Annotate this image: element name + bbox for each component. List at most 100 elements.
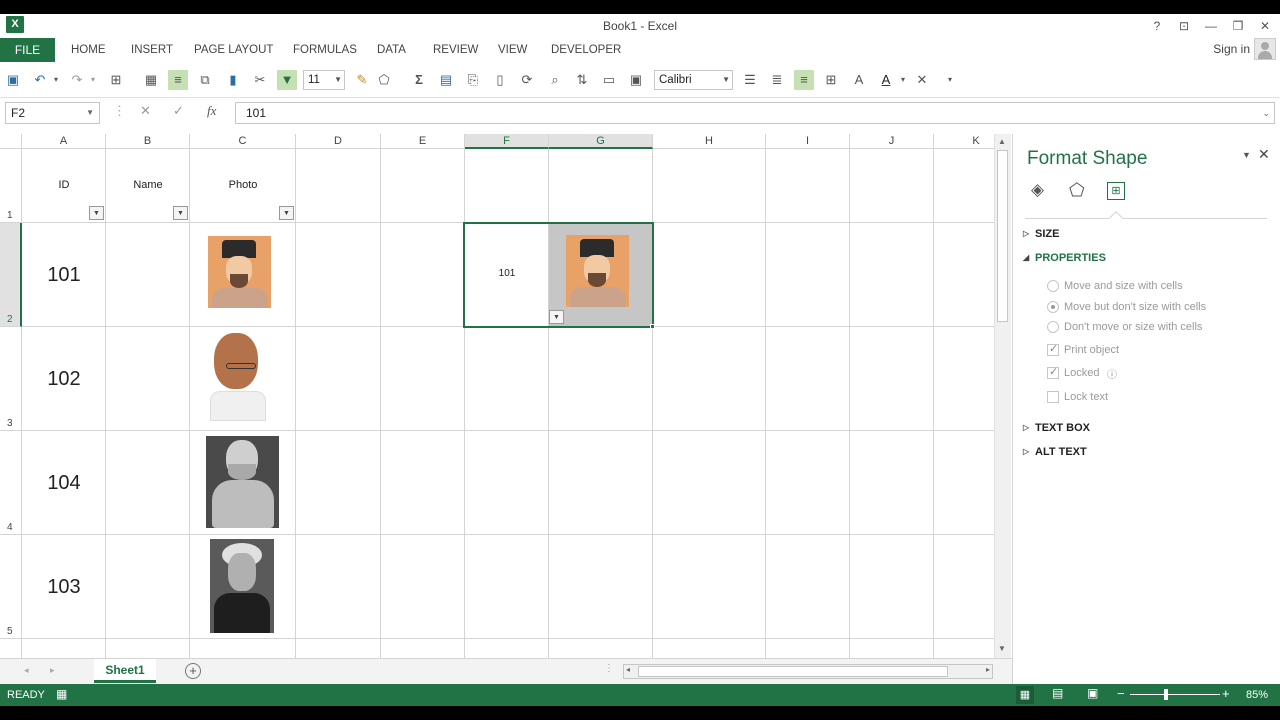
increase-font-icon[interactable]: A	[849, 70, 869, 90]
filter-dropdown-icon[interactable]: ▼	[89, 206, 104, 220]
lookup-cell-f2[interactable]: 101	[465, 268, 549, 279]
portrait-photo[interactable]	[210, 539, 274, 633]
expand-formula-icon[interactable]: ⌄	[1262, 103, 1270, 123]
zoom-in-icon[interactable]: +	[1222, 686, 1230, 701]
align-left-icon[interactable]: ≣	[767, 70, 787, 90]
preview-icon[interactable]: ⌕	[545, 70, 565, 90]
scroll-up-icon[interactable]: ▲	[998, 137, 1006, 146]
sort-icon[interactable]: ⇅	[572, 70, 592, 90]
section-properties[interactable]: ◢ PROPERTIES	[1023, 252, 1106, 264]
option-move-no-size[interactable]: Move but don't size with cells	[1047, 301, 1206, 313]
info-icon[interactable]: ⓘ	[1107, 366, 1117, 381]
picture-icon[interactable]: ▣	[626, 70, 646, 90]
tab-insert[interactable]: INSERT	[131, 38, 173, 62]
filter-dropdown-icon[interactable]: ▼	[279, 206, 294, 220]
calculator-icon[interactable]: ▦	[141, 70, 161, 90]
effects-icon[interactable]: ⬠	[1069, 180, 1085, 201]
prev-sheet-icon[interactable]: ◂	[24, 665, 29, 676]
refresh-icon[interactable]: ⟳	[517, 70, 537, 90]
new-page-icon[interactable]: ▯	[490, 70, 510, 90]
font-size-select[interactable]: 11 ▼	[303, 70, 345, 90]
section-text-box[interactable]: ▷ TEXT BOX	[1023, 422, 1090, 434]
macro-record-icon[interactable]: ▦	[56, 687, 67, 701]
restore-icon[interactable]: ❐	[1226, 17, 1250, 35]
column-header-j[interactable]: J	[850, 134, 934, 149]
save-icon[interactable]: ▣	[3, 70, 23, 90]
column-header-k[interactable]: K	[934, 134, 994, 149]
scroll-left-icon[interactable]: ◂	[626, 665, 630, 674]
tab-view[interactable]: VIEW	[498, 38, 527, 62]
tab-page-layout[interactable]: PAGE LAYOUT	[194, 38, 273, 62]
section-alt-text[interactable]: ▷ ALT TEXT	[1023, 446, 1087, 458]
add-sheet-icon[interactable]: +	[185, 663, 201, 679]
fill-handle[interactable]	[650, 324, 655, 329]
customize-toolbar-icon[interactable]: ▾	[940, 70, 960, 90]
clear-format-icon[interactable]: ✕	[912, 70, 932, 90]
enter-icon[interactable]: ✓	[173, 103, 184, 119]
cut-icon[interactable]: ✂	[250, 70, 270, 90]
align-middle-icon[interactable]: ≡	[794, 70, 814, 90]
portrait-photo[interactable]	[208, 236, 271, 308]
option-print-object[interactable]: Print object	[1047, 342, 1119, 356]
scroll-down-icon[interactable]: ▼	[998, 644, 1006, 653]
table-icon[interactable]: ▤	[436, 70, 456, 90]
column-header-d[interactable]: D	[296, 134, 381, 149]
horizontal-scroll-thumb[interactable]	[638, 666, 948, 677]
scroll-right-icon[interactable]: ▸	[986, 665, 990, 674]
paste-icon[interactable]: ⎘	[463, 70, 483, 90]
worksheet-grid[interactable]: A B C D E F G H I J K 1 2 3 4 5 ID Name …	[0, 134, 994, 658]
zoom-slider-thumb[interactable]	[1164, 689, 1168, 700]
wrap-text-icon[interactable]: ☰	[740, 70, 760, 90]
undo-dropdown-icon[interactable]: ▾	[46, 70, 66, 90]
id-cell[interactable]: 103	[22, 576, 106, 599]
zoom-level[interactable]: 85%	[1246, 689, 1268, 701]
next-sheet-icon[interactable]: ▸	[50, 665, 55, 676]
tab-formulas[interactable]: FORMULAS	[293, 38, 357, 62]
close-icon[interactable]: ✕	[1253, 17, 1277, 35]
column-header-h[interactable]: H	[653, 134, 766, 149]
borders-icon[interactable]: ⊞	[106, 70, 126, 90]
row-header-4[interactable]: 4	[0, 431, 22, 535]
tab-home[interactable]: HOME	[71, 38, 106, 62]
id-cell[interactable]: 102	[22, 368, 106, 391]
minimize-icon[interactable]: —	[1199, 17, 1223, 35]
column-header-g[interactable]: G	[549, 134, 653, 149]
row-header-1[interactable]: 1	[0, 149, 22, 223]
tab-review[interactable]: REVIEW	[433, 38, 478, 62]
row-header-6[interactable]	[0, 639, 22, 658]
font-name-select[interactable]: Calibri ▼	[654, 70, 733, 90]
option-move-size[interactable]: Move and size with cells	[1047, 280, 1183, 292]
fill-line-icon[interactable]: ◈	[1031, 180, 1044, 200]
tab-sheet1[interactable]: Sheet1	[94, 659, 156, 683]
insert-function-icon[interactable]: fx	[207, 103, 216, 119]
tab-developer[interactable]: DEVELOPER	[551, 38, 621, 62]
column-header-a[interactable]: A	[22, 134, 106, 149]
tab-file[interactable]: FILE	[0, 38, 55, 62]
sign-in-link[interactable]: Sign in	[1213, 42, 1250, 56]
option-locked[interactable]: Locked ⓘ	[1047, 365, 1117, 381]
horizontal-scrollbar[interactable]: ◂ ▸	[623, 664, 993, 679]
row-header-5[interactable]: 5	[0, 535, 22, 639]
option-lock-text[interactable]: Lock text	[1047, 391, 1108, 403]
close-pane-icon[interactable]: ✕	[1258, 146, 1270, 163]
copy-icon[interactable]: ⧉	[195, 70, 215, 90]
vertical-scrollbar[interactable]: ▲ ▼	[994, 134, 1011, 658]
help-icon[interactable]: ?	[1145, 17, 1169, 35]
cancel-icon[interactable]: ✕	[140, 103, 151, 119]
split-handle-icon[interactable]: ⋮	[604, 663, 614, 674]
row-header-3[interactable]: 3	[0, 327, 22, 431]
chart-icon[interactable]: ▮	[223, 70, 243, 90]
dropdown-icon[interactable]: ▼	[549, 310, 564, 324]
avatar[interactable]	[1254, 38, 1276, 60]
font-color-dropdown-icon[interactable]: ▾	[893, 70, 913, 90]
row-header-2[interactable]: 2	[0, 223, 22, 327]
filter-icon[interactable]: ▼	[277, 70, 297, 90]
column-header-i[interactable]: I	[766, 134, 850, 149]
id-cell[interactable]: 104	[22, 472, 106, 495]
portrait-photo[interactable]	[206, 436, 279, 528]
section-size[interactable]: ▷ SIZE	[1023, 228, 1059, 240]
ribbon-display-icon[interactable]: ⊡	[1172, 17, 1196, 35]
option-no-move[interactable]: Don't move or size with cells	[1047, 321, 1202, 333]
portrait-photo[interactable]	[204, 331, 272, 421]
column-header-e[interactable]: E	[381, 134, 465, 149]
